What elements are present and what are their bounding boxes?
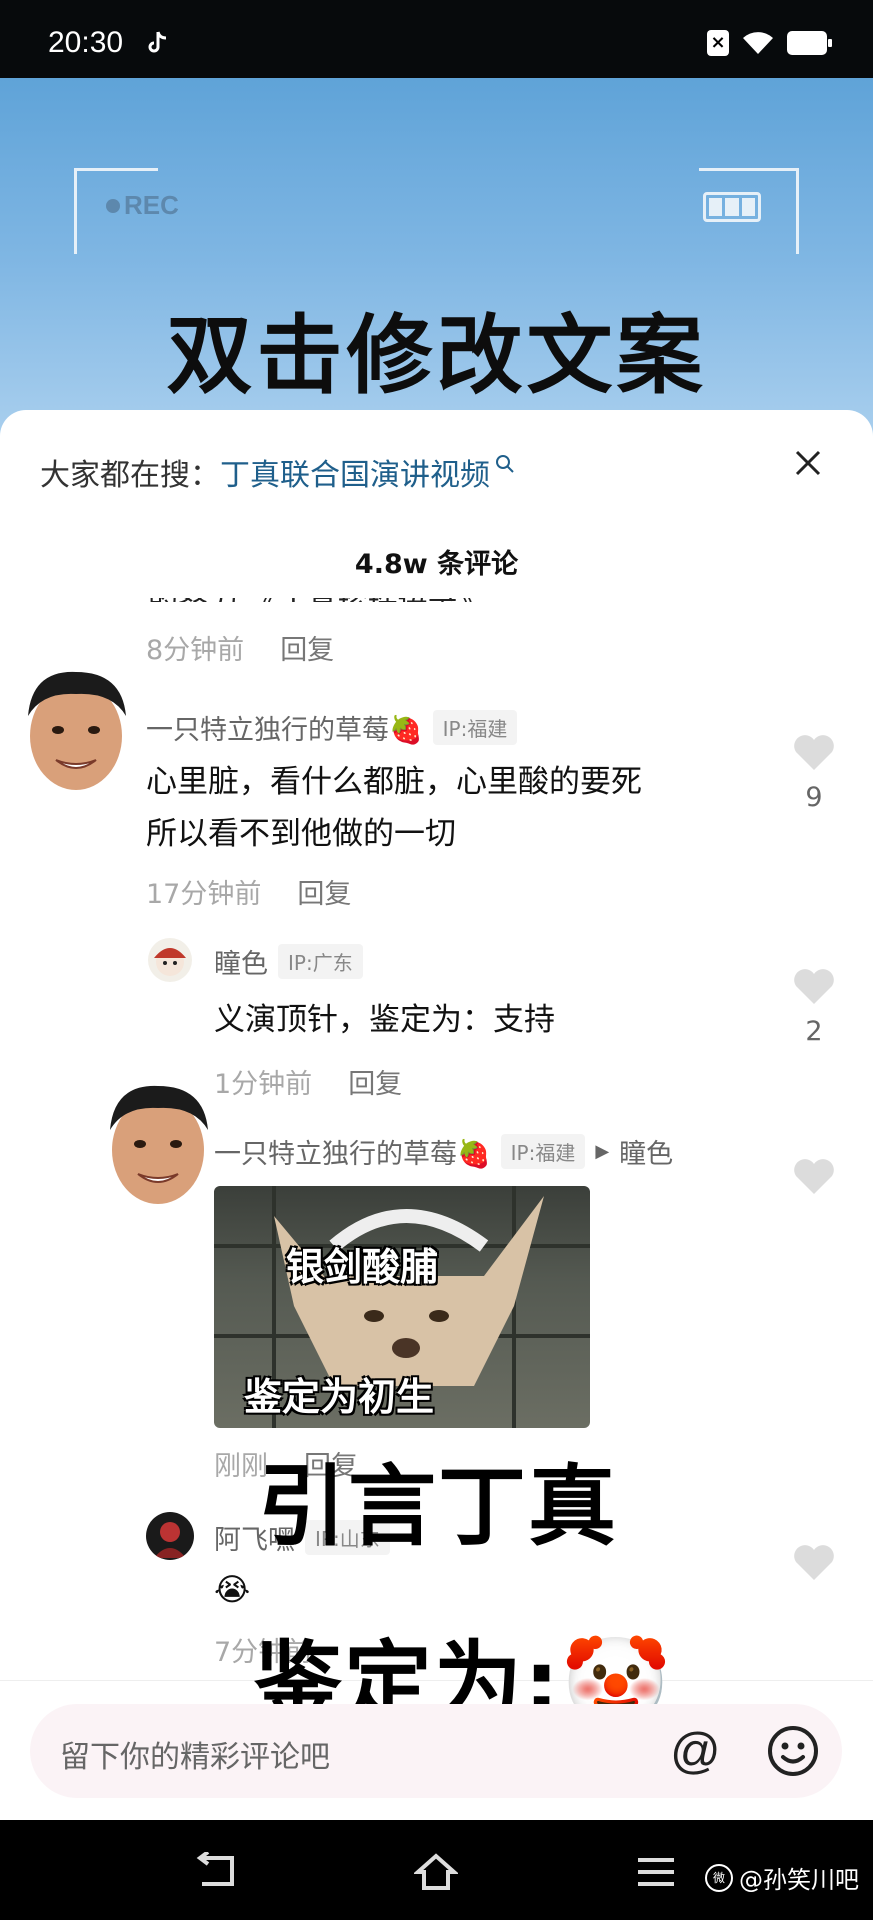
comment-meta: 17分钟前 回复 (146, 872, 351, 911)
rec-label: REC (124, 190, 179, 220)
meme-caption: 银剑酸脯 (286, 1245, 439, 1289)
comment-input[interactable]: 留下你的精彩评论吧 @ (30, 1704, 842, 1798)
battery-hud-icon (703, 192, 761, 222)
mention-at-icon[interactable]: @ (670, 1722, 721, 1780)
comment-count: 4.8w 条评论 (354, 549, 519, 580)
video-background[interactable]: REC 双击修改文案 (0, 78, 873, 438)
heart-icon (794, 969, 834, 1004)
like-button[interactable] (792, 1156, 836, 1200)
comment-meta: 1分钟前 回复 (214, 1062, 402, 1101)
battery-icon (787, 31, 832, 55)
search-prefix: 大家都在搜： (40, 458, 220, 493)
watermark: 微 @孙笑川吧 (705, 1860, 859, 1895)
comment-time: 1分钟前 (214, 1069, 313, 1100)
meme-image[interactable]: 银剑酸脯 鉴定为初生 (214, 1186, 590, 1428)
nfc-icon: × (707, 30, 729, 56)
heart-icon (794, 1159, 834, 1194)
username[interactable]: 瞳色 (214, 942, 268, 981)
emoji-icon[interactable] (766, 1724, 820, 1778)
comment-input-placeholder: 留下你的精彩评论吧 (60, 1740, 330, 1775)
ip-badge: IP:福建 (432, 710, 518, 745)
reply-button[interactable]: 回复 (297, 872, 351, 911)
rec-dot-icon (106, 198, 120, 213)
comment-sheet: 大家都在搜： 丁真联合国演讲视频 4.8w 条评论 的努力 《丁真珍珠语录》 8… (0, 410, 873, 1820)
reply-button[interactable]: 回复 (280, 628, 334, 667)
comment-time: 17分钟前 (146, 879, 262, 910)
status-bar: 20:30 × (0, 0, 873, 78)
wifi-icon (743, 32, 773, 54)
comment-text[interactable]: 😭 (214, 1564, 250, 1616)
home-icon[interactable] (414, 1852, 458, 1892)
ip-badge: IP:福建 (500, 1134, 586, 1169)
username[interactable]: 一只特立独行的草莓🍓 (214, 1132, 491, 1171)
navigation-bar: 微 @孙笑川吧 (0, 1820, 873, 1920)
username[interactable]: 一只特立独行的草莓🍓 (146, 708, 423, 747)
menu-icon[interactable] (634, 1852, 678, 1892)
tiktok-icon (148, 31, 167, 53)
comment-text[interactable]: 心里脏，看什么都脏，心里酸的要死 所以看不到他做的一切 (146, 756, 642, 860)
comment-meta: 8分钟前 回复 (146, 628, 334, 667)
comment-user-row: 瞳色 IP:广东 (214, 942, 363, 981)
like-button[interactable]: 2 (792, 966, 836, 1047)
video-title: 双击修改文案 (166, 306, 707, 406)
avatar[interactable] (18, 664, 134, 794)
search-suggestion[interactable]: 大家都在搜： 丁真联合国演讲视频 (40, 450, 516, 494)
avatar[interactable] (148, 938, 192, 982)
comment-text[interactable]: 义演顶针，鉴定为：支持 (214, 994, 555, 1046)
truncated-comment-text: 的努力 《丁真珍珠语录》 (148, 598, 488, 602)
status-time: 20:30 (48, 26, 124, 59)
like-count: 2 (805, 1016, 823, 1047)
rec-indicator: REC (106, 190, 179, 221)
comment-user-row: 一只特立独行的草莓🍓 IP:福建 (146, 708, 518, 747)
ip-badge: IP:广东 (278, 944, 363, 979)
like-button[interactable]: 9 (792, 732, 836, 813)
like-count: 9 (805, 782, 823, 813)
like-button[interactable] (792, 1542, 836, 1586)
back-icon[interactable] (196, 1852, 240, 1892)
avatar[interactable] (146, 1512, 194, 1560)
search-query-link[interactable]: 丁真联合国演讲视频 (220, 450, 490, 494)
weibo-logo-icon: 微 (705, 1863, 733, 1892)
search-icon (496, 455, 514, 473)
comment-user-row: 一只特立独行的草莓🍓 IP:福建 ▶ 瞳色 (214, 1132, 673, 1171)
reply-button[interactable]: 回复 (348, 1062, 402, 1101)
status-icons: × (707, 30, 832, 56)
heart-icon (794, 1545, 834, 1580)
comment-time: 8分钟前 (146, 635, 245, 666)
meme-caption: 鉴定为初生 (244, 1375, 435, 1419)
close-icon[interactable] (793, 448, 823, 478)
reply-arrow-icon: ▶ (595, 1141, 610, 1162)
reply-to-username[interactable]: 瞳色 (619, 1132, 673, 1171)
overlay-caption-line1: 引言丁真 (258, 1455, 619, 1558)
watermark-text: @孙笑川吧 (739, 1866, 859, 1894)
avatar[interactable] (100, 1078, 216, 1208)
heart-icon (794, 735, 834, 770)
